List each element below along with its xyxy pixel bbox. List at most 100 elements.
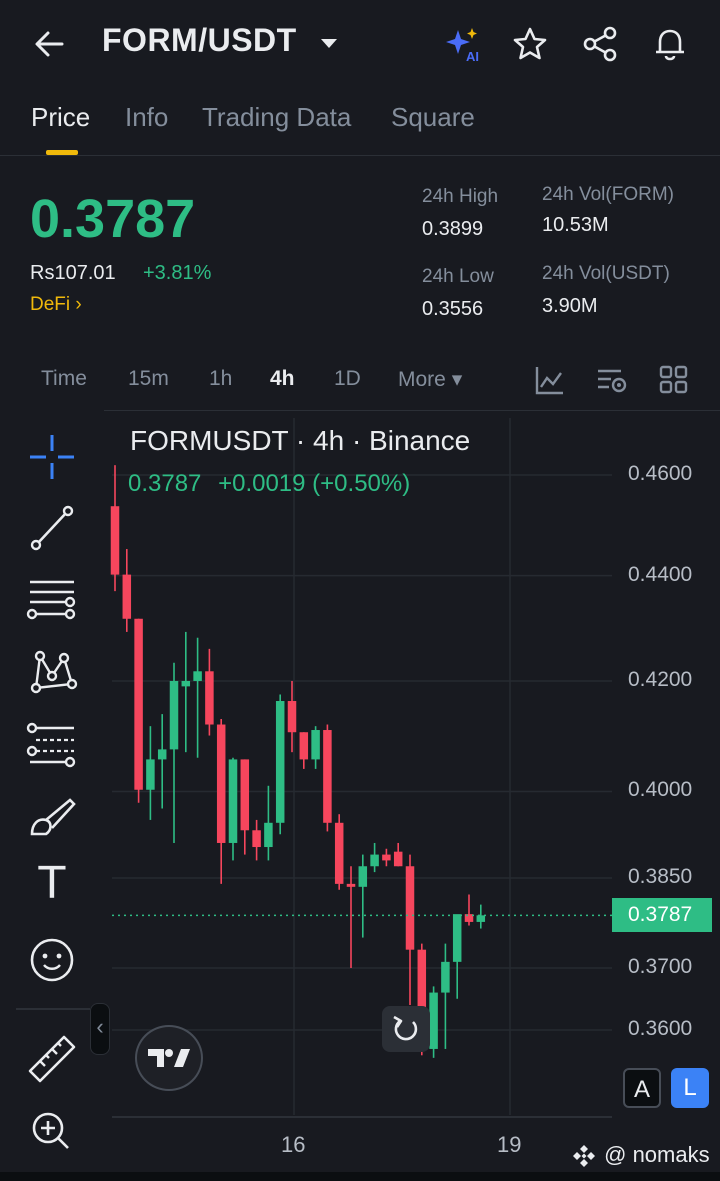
bottom-bar [0,1172,720,1181]
candle [334,814,344,890]
author-watermark: @ nomaks [570,1142,710,1170]
candle [134,618,143,803]
crosshair-icon[interactable] [22,427,82,487]
text-icon[interactable]: T [22,858,82,918]
candle [122,549,132,632]
candle [252,819,261,861]
x-tick-19: 19 [497,1132,522,1157]
candle [228,757,238,861]
candle [441,943,450,1049]
candle [216,719,226,884]
candle [193,637,202,758]
fib-retracement-icon[interactable] [22,714,82,774]
y-tick-label: 0.4400 [628,562,693,586]
candle [169,662,179,843]
candle [323,724,332,832]
candle [287,680,297,753]
y-tick-label: 0.4600 [628,462,693,485]
candle-body [240,759,250,831]
y-tick-label: 0.3600 [628,1017,693,1040]
chart-delta: +0.0019 (+0.50%) [218,470,411,497]
candle-body [452,914,462,962]
candle-body [252,830,261,848]
candle [405,854,415,1005]
horizontal-lines-icon[interactable] [22,570,82,630]
candle [146,726,155,820]
tradingview-logo[interactable] [135,1025,203,1091]
last-price-tag: 0.3787 [612,898,712,932]
candle-body [393,851,403,867]
candle [157,714,167,809]
candle-body [299,732,309,760]
candle-body [157,749,167,760]
candle [181,631,191,753]
binance-logo-icon [573,1145,595,1168]
trend-line-icon[interactable] [22,497,82,557]
candle [429,986,438,1058]
brush-icon[interactable] [22,788,82,848]
candle-body [205,671,214,725]
candle-body [193,671,202,681]
candle-body [405,866,415,950]
rotate-icon [393,1015,418,1041]
y-tick-label: 0.3850 [628,864,693,888]
toolbar-collapse-button[interactable]: ‹ [90,1003,110,1055]
zoom-in-icon[interactable] [22,1100,82,1160]
candle-body [181,680,191,687]
chart-last: 0.3787 [128,470,202,497]
candle-body [216,724,226,843]
candle-body [334,822,344,884]
candle-body [287,701,297,733]
candle-body [370,854,379,867]
candle-body [275,701,285,823]
candle-body [110,506,120,575]
candle [393,842,403,867]
chevron-left-icon: ‹ [96,1014,104,1039]
candle [358,854,368,938]
candle [205,648,214,736]
candle-body [417,949,427,1012]
log-scale-button[interactable]: L [671,1068,709,1108]
candle-body [382,854,391,861]
candle [264,785,273,861]
candle [299,732,309,769]
candle [275,694,285,835]
chart-legend: 0.3787 +0.0019 (+0.50%) [128,470,410,498]
candle-body [264,822,273,848]
candle-body [358,866,368,887]
candle-body [323,730,332,823]
candle [346,866,356,968]
y-tick-label: 0.3700 [628,954,693,978]
tradingview-logo-icon [148,1049,190,1067]
y-tick-label: 0.4000 [628,778,693,802]
emoji-icon[interactable] [22,930,82,990]
candle-body [146,759,155,790]
chart-title: FORMUSDT · 4h · Binance [130,425,471,456]
candle [382,848,391,867]
candle [110,465,120,592]
ruler-icon[interactable] [22,1027,82,1087]
candle [452,914,462,999]
candle [476,904,486,929]
watermark-text: @ nomaks [604,1142,710,1167]
candlestick-chart[interactable] [0,0,720,1181]
candle [311,726,320,769]
auto-scale-button[interactable]: A [623,1068,661,1108]
candle-body [169,680,179,750]
candle-body [441,961,450,993]
candle-body [122,574,132,619]
y-tick-label: 0.4200 [628,667,693,691]
candle-body [134,618,143,790]
reset-chart-button[interactable] [382,1006,430,1052]
candle-body [228,759,238,843]
candle [240,759,250,855]
pattern-icon[interactable] [22,642,82,702]
candle [370,842,379,873]
candle-body [311,730,320,760]
candle-body [346,883,356,887]
candle [464,894,474,926]
candle-body [476,915,486,922]
toolbar-divider [16,1008,90,1010]
x-tick-16: 16 [281,1132,306,1157]
candle-body [429,992,438,1049]
